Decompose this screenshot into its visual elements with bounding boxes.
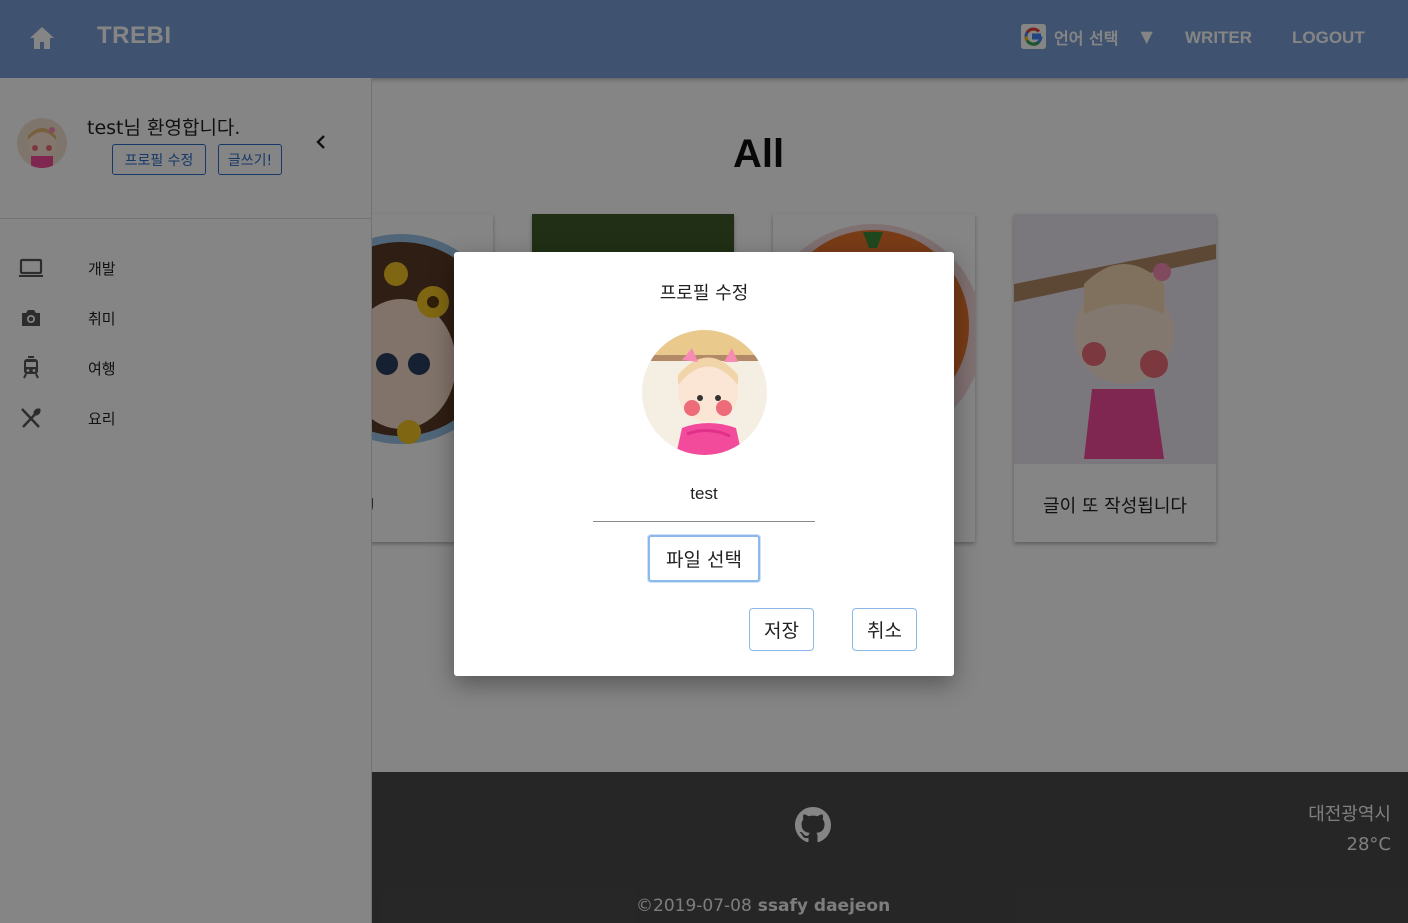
- cancel-button[interactable]: 취소: [852, 608, 917, 651]
- dialog-title: 프로필 수정: [659, 283, 749, 304]
- save-button[interactable]: 저장: [749, 608, 814, 651]
- nickname-field[interactable]: [593, 482, 815, 522]
- edit-profile-dialog: 프로필 수정 파일 선택 저장 취소: [454, 252, 954, 676]
- profile-image-preview: [642, 330, 767, 455]
- nickname-input[interactable]: [593, 482, 815, 504]
- file-select-button[interactable]: 파일 선택: [648, 535, 760, 582]
